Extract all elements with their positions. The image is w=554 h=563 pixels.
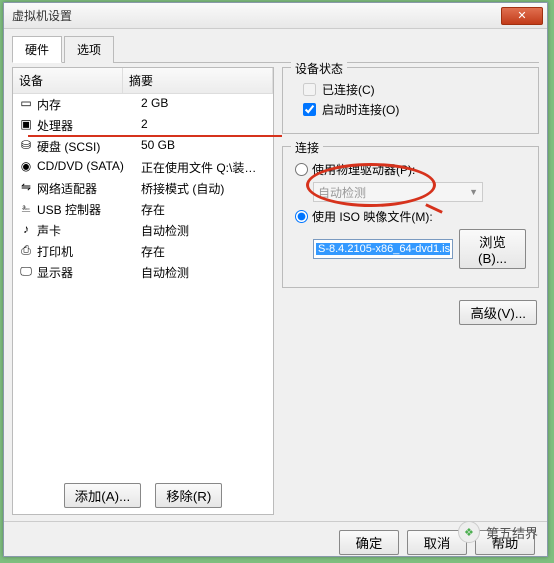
iso-row[interactable]: 使用 ISO 映像文件(M): — [295, 208, 526, 225]
device-row[interactable]: ▣ 处理器2 — [13, 115, 273, 136]
physical-select: 自动检测 ▼ — [313, 182, 483, 202]
poweron-label: 启动时连接(O) — [322, 101, 399, 118]
add-button[interactable]: 添加(A)... — [64, 483, 142, 508]
device-name: 声卡 — [37, 222, 141, 239]
header-summary: 摘要 — [123, 68, 273, 93]
tab-hardware[interactable]: 硬件 — [12, 36, 62, 63]
printer-icon: ⎙ — [19, 243, 33, 257]
device-row[interactable]: 🖵 显示器自动检测 — [13, 262, 273, 283]
physical-label: 使用物理驱动器(P): — [312, 161, 415, 178]
close-icon: ✕ — [517, 9, 526, 22]
device-name: 处理器 — [37, 117, 141, 134]
content: 设备 摘要 ▭ 内存2 GB ▣ 处理器2 ⛁ 硬盘 (SCSI)50 GB ◉ CD/DVD… — [4, 63, 547, 521]
browse-button[interactable]: 浏览(B)... — [459, 229, 526, 269]
device-status-group: 设备状态 已连接(C) 启动时连接(O) — [282, 67, 539, 134]
device-name: USB 控制器 — [37, 201, 141, 218]
device-name: 打印机 — [37, 243, 141, 260]
iso-input[interactable]: S-8.4.2105-x86_64-dvd1.iso — [313, 239, 453, 259]
memory-icon: ▭ — [19, 96, 33, 110]
display-icon: 🖵 — [19, 264, 33, 278]
usb-icon: ⎁ — [19, 201, 33, 215]
list-header: 设备 摘要 — [13, 68, 273, 94]
physical-radio[interactable] — [295, 163, 308, 176]
advanced-button[interactable]: 高级(V)... — [459, 300, 537, 325]
device-summary: 存在 — [141, 201, 267, 218]
close-button[interactable]: ✕ — [501, 7, 543, 25]
physical-sub: 自动检测 ▼ — [313, 182, 526, 202]
device-name: 网络适配器 — [37, 180, 141, 197]
help-button[interactable]: 帮助 — [475, 530, 535, 555]
titlebar: 虚拟机设置 ✕ — [4, 3, 547, 29]
device-row[interactable]: ⛁ 硬盘 (SCSI)50 GB — [13, 136, 273, 157]
device-name: CD/DVD (SATA) — [37, 159, 141, 176]
device-summary: 2 — [141, 117, 267, 134]
connected-row[interactable]: 已连接(C) — [303, 81, 526, 98]
list-body: ▭ 内存2 GB ▣ 处理器2 ⛁ 硬盘 (SCSI)50 GB ◉ CD/DVD (SATA… — [13, 94, 273, 477]
device-name: 内存 — [37, 96, 141, 113]
header-device: 设备 — [13, 68, 123, 93]
cd-icon: ◉ — [19, 159, 33, 173]
poweron-row[interactable]: 启动时连接(O) — [303, 101, 526, 118]
iso-filename: S-8.4.2105-x86_64-dvd1.iso — [316, 243, 450, 255]
physical-drive-row[interactable]: 使用物理驱动器(P): — [295, 161, 526, 178]
disk-icon: ⛁ — [19, 138, 33, 152]
chevron-down-icon: ▼ — [469, 187, 478, 197]
connected-label: 已连接(C) — [322, 81, 375, 98]
device-row[interactable]: ⇋ 网络适配器桥接模式 (自动) — [13, 178, 273, 199]
device-row[interactable]: ⎙ 打印机存在 — [13, 241, 273, 262]
connection-group: 连接 使用物理驱动器(P): 自动检测 ▼ 使用 ISO 映像文件(M): — [282, 146, 539, 288]
device-summary: 2 GB — [141, 96, 267, 113]
remove-button[interactable]: 移除(R) — [155, 483, 222, 508]
device-summary: 自动检测 — [141, 222, 267, 239]
device-summary: 正在使用文件 Q:\装机系统\Linu... — [141, 159, 267, 176]
device-name: 硬盘 (SCSI) — [37, 138, 141, 155]
device-summary: 50 GB — [141, 138, 267, 155]
device-summary: 桥接模式 (自动) — [141, 180, 267, 197]
tab-options[interactable]: 选项 — [64, 36, 114, 63]
cancel-button[interactable]: 取消 — [407, 530, 467, 555]
advanced-row: 高级(V)... — [282, 300, 537, 325]
sound-icon: ♪ — [19, 222, 33, 236]
iso-label: 使用 ISO 映像文件(M): — [312, 208, 433, 225]
ok-button[interactable]: 确定 — [339, 530, 399, 555]
device-row[interactable]: ▭ 内存2 GB — [13, 94, 273, 115]
device-row[interactable]: ♪ 声卡自动检测 — [13, 220, 273, 241]
list-buttons: 添加(A)... 移除(R) — [13, 477, 273, 514]
device-summary: 自动检测 — [141, 264, 267, 281]
cpu-icon: ▣ — [19, 117, 33, 131]
device-row[interactable]: ◉ CD/DVD (SATA)正在使用文件 Q:\装机系统\Linu... — [13, 157, 273, 178]
poweron-checkbox[interactable] — [303, 103, 316, 116]
footer-buttons: 确定 取消 帮助 — [4, 521, 547, 563]
auto-detect-text: 自动检测 — [318, 184, 366, 201]
settings-window: 虚拟机设置 ✕ 硬件 选项 设备 摘要 ▭ 内存2 GB ▣ 处理器2 ⛁ 硬盘 (SCS… — [3, 2, 548, 557]
device-row[interactable]: ⎁ USB 控制器存在 — [13, 199, 273, 220]
tabs: 硬件 选项 — [12, 35, 539, 63]
right-panel: 设备状态 已连接(C) 启动时连接(O) 连接 使用物理驱动器(P): — [282, 67, 539, 515]
device-list-panel: 设备 摘要 ▭ 内存2 GB ▣ 处理器2 ⛁ 硬盘 (SCSI)50 GB ◉ CD/DVD… — [12, 67, 274, 515]
status-group-title: 设备状态 — [291, 60, 347, 77]
device-summary: 存在 — [141, 243, 267, 260]
window-title: 虚拟机设置 — [12, 7, 501, 24]
tabs-container: 硬件 选项 — [4, 29, 547, 63]
connection-group-title: 连接 — [291, 139, 323, 156]
iso-radio[interactable] — [295, 210, 308, 223]
connected-checkbox[interactable] — [303, 83, 316, 96]
device-name: 显示器 — [37, 264, 141, 281]
iso-sub: S-8.4.2105-x86_64-dvd1.iso 浏览(B)... — [313, 229, 526, 269]
network-icon: ⇋ — [19, 180, 33, 194]
